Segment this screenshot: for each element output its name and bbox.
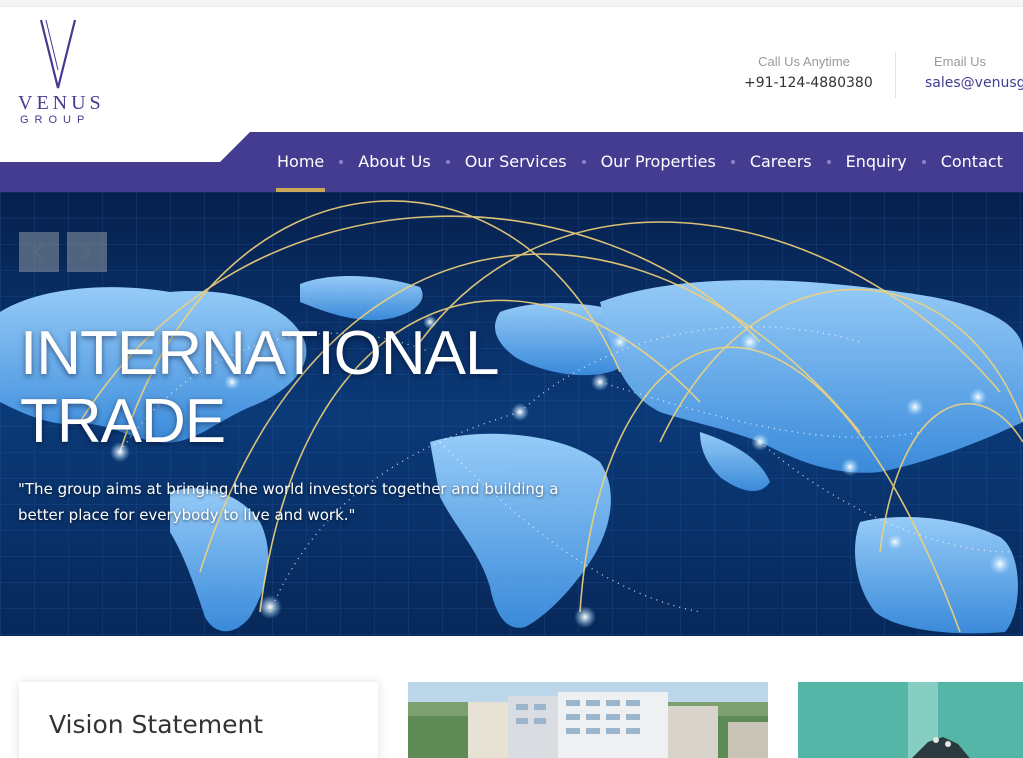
vision-statement-title: Vision Statement: [49, 710, 264, 739]
top-strip: [0, 0, 1023, 7]
email-contact: Email Us sales@venusg: [925, 54, 1023, 91]
phone-number[interactable]: +91-124-4880380: [744, 75, 873, 91]
property-thumbnail-building[interactable]: [408, 682, 768, 758]
nav-careers[interactable]: Careers: [735, 132, 827, 192]
contact-divider: [895, 52, 896, 98]
property-thumbnail-interior[interactable]: [798, 682, 1023, 758]
phone-contact: Call Us Anytime +91-124-4880380: [744, 54, 873, 91]
slider-prev-button[interactable]: [19, 232, 59, 272]
main-navigation: Home About Us Our Services Our Propertie…: [0, 132, 1023, 192]
nav-contact[interactable]: Contact: [926, 132, 1018, 192]
email-link[interactable]: sales@venusg: [925, 75, 1023, 91]
interior-image: [798, 682, 1023, 758]
email-label: Email Us: [934, 54, 987, 69]
nav-about-us[interactable]: About Us: [343, 132, 445, 192]
hero-slider: INTERNATIONAL TRADE "The group aims at b…: [0, 192, 1023, 636]
chevron-left-icon: [33, 243, 44, 261]
venus-group-logo[interactable]: VENUS GROUP: [14, 18, 114, 130]
nav-home[interactable]: Home: [262, 132, 339, 192]
chevron-right-icon: [82, 243, 93, 261]
hero-title: INTERNATIONAL TRADE: [20, 320, 620, 456]
phone-label: Call Us Anytime: [758, 54, 850, 69]
building-image: [408, 682, 768, 758]
logo-v-mark: [40, 19, 76, 89]
logo-name: VENUS: [18, 92, 105, 114]
slider-next-button[interactable]: [67, 232, 107, 272]
logo-subtitle: GROUP: [20, 114, 91, 126]
nav-enquiry[interactable]: Enquiry: [831, 132, 922, 192]
hero-title-line2: TRADE: [20, 387, 226, 456]
hero-quote: "The group aims at bringing the world in…: [18, 480, 559, 524]
page: VENUS GROUP Call Us Anytime +91-124-4880…: [0, 0, 1023, 758]
nav-our-properties[interactable]: Our Properties: [586, 132, 731, 192]
vision-statement-card: Vision Statement: [19, 682, 378, 758]
hero-title-line1: INTERNATIONAL: [20, 319, 499, 388]
nav-menu: Home About Us Our Services Our Propertie…: [262, 132, 1018, 192]
nav-our-services[interactable]: Our Services: [450, 132, 582, 192]
